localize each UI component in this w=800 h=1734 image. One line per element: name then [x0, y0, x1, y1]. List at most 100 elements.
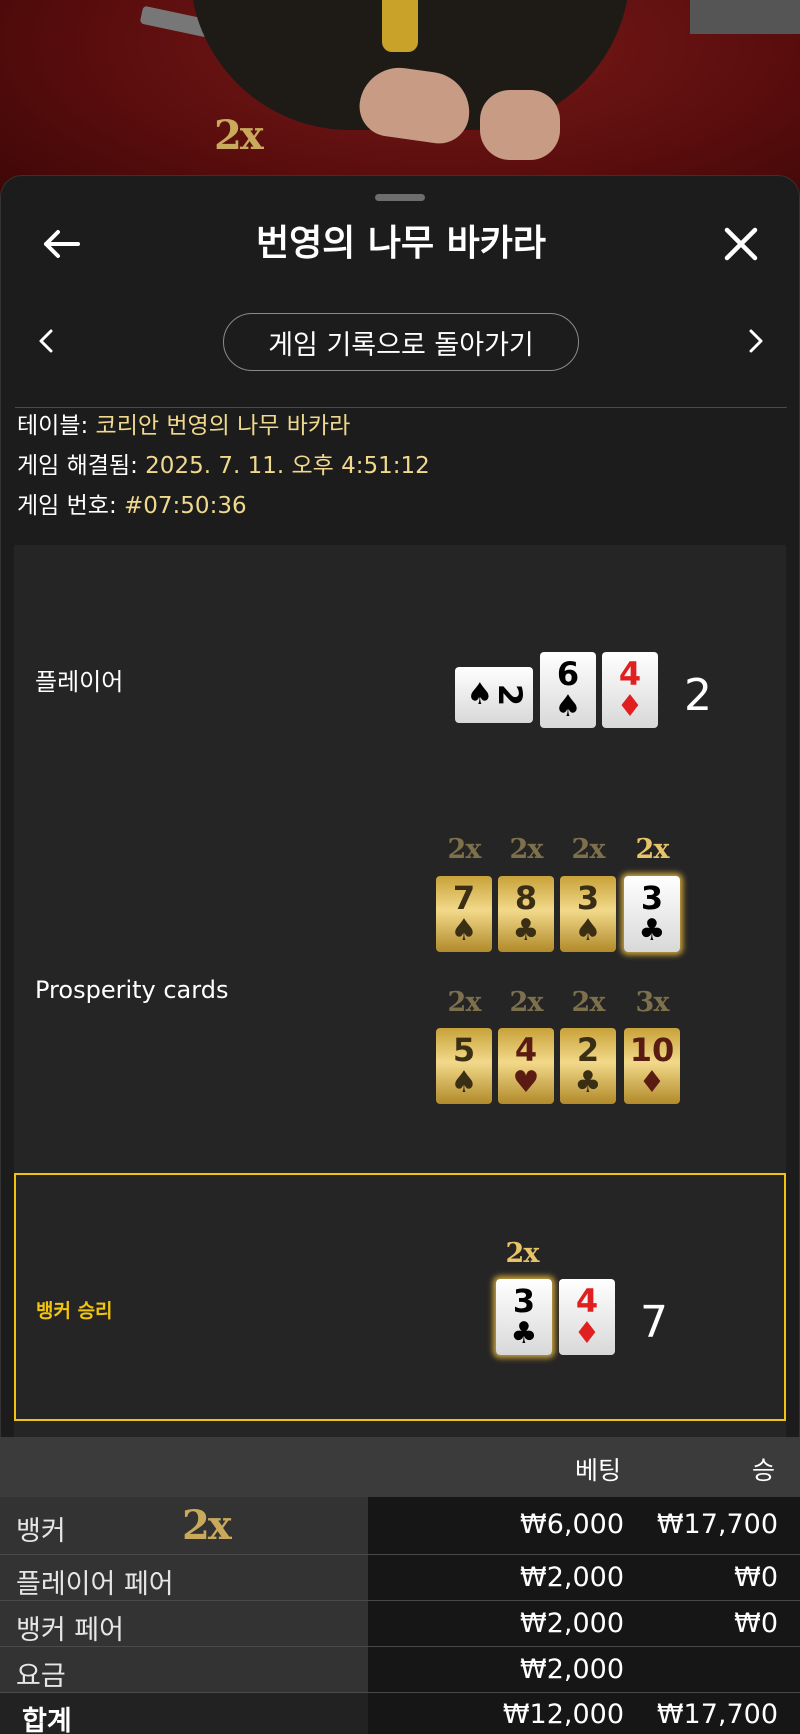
- card-rank: 10: [629, 1031, 675, 1069]
- win-amount: ₩0: [734, 1608, 778, 1639]
- total-win-amount: ₩17,700: [656, 1699, 778, 1730]
- card-multiplier: 3x: [635, 987, 670, 1018]
- card-rank: 3: [576, 879, 600, 917]
- prosperity-card: 10 ♦: [624, 1028, 680, 1104]
- card-multiplier: 2x: [505, 1238, 540, 1269]
- card-suit: ♥: [512, 1065, 540, 1100]
- back-arrow-button[interactable]: [39, 222, 83, 266]
- player-card-3: 4 ♦: [602, 652, 658, 728]
- card-suit: ♣: [574, 1065, 602, 1100]
- card-rank: 6: [556, 655, 580, 693]
- card-suit: ♠: [554, 689, 582, 724]
- player-score: 2: [684, 670, 712, 721]
- prosperity-card: 5 ♠: [436, 1028, 492, 1104]
- column-header-win: 승: [752, 1456, 776, 1485]
- bet-name: 요금: [16, 1661, 66, 1692]
- card-multiplier: 2x: [571, 834, 606, 865]
- card-suit: ♣: [638, 913, 666, 948]
- card-multiplier: 2x: [571, 987, 606, 1018]
- banker-win-label: 뱅커 승리: [36, 1300, 113, 1322]
- close-icon: [724, 227, 758, 261]
- card-rank: 4: [618, 655, 642, 693]
- player-card-1: ♠ 2: [455, 667, 533, 723]
- card-suit: ♦: [616, 689, 644, 724]
- prosperity-card: 2 ♣: [560, 1028, 616, 1104]
- back-to-history-button[interactable]: 게임 기록으로 돌아가기: [223, 313, 579, 371]
- prosperity-card: 4 ♥: [498, 1028, 554, 1104]
- resolved-info-label: 게임 해결됨:: [17, 453, 146, 479]
- resolved-info-value: 2025. 7. 11. 오후 4:51:12: [145, 453, 430, 479]
- column-header-bet: 베팅: [575, 1456, 622, 1485]
- card-suit: ♦: [638, 1065, 666, 1100]
- banker-card-1: 3 ♣: [496, 1279, 552, 1355]
- prosperity-card-highlighted: 3 ♣: [624, 876, 680, 952]
- card-suit: ♣: [512, 913, 540, 948]
- card-multiplier: 2x: [509, 987, 544, 1018]
- arrow-left-icon: [44, 230, 80, 258]
- card-multiplier: 2x: [509, 834, 544, 865]
- card-rank: 2: [491, 683, 530, 707]
- card-rank: 2: [576, 1031, 600, 1069]
- game-number-value: #07:50:36: [124, 493, 247, 519]
- card-multiplier: 2x: [447, 834, 482, 865]
- card-suit: ♣: [510, 1316, 538, 1351]
- bet-name: 뱅커 페어: [16, 1615, 124, 1646]
- bets-table-header: 베팅 승: [0, 1437, 800, 1497]
- chip-rack: [690, 0, 800, 34]
- card-multiplier: 2x: [635, 834, 670, 865]
- table-row: 뱅커 2x ₩6,000 ₩17,700: [0, 1497, 800, 1555]
- card-rank: 5: [452, 1031, 476, 1069]
- bet-name: 뱅커: [16, 1516, 66, 1547]
- previous-game-button[interactable]: [29, 324, 63, 358]
- prosperity-card: 3 ♠: [560, 876, 616, 952]
- table-row: 플레이어 페어 ₩2,000 ₩0: [0, 1555, 800, 1601]
- card-suit: ♦: [573, 1316, 601, 1351]
- card-suit: ♠: [450, 1065, 478, 1100]
- resolved-info: 게임 해결됨: 2025. 7. 11. 오후 4:51:12: [17, 451, 430, 481]
- table-info: 테이블: 코리안 번영의 나무 바카라: [17, 411, 350, 441]
- bet-name: 플레이어 페어: [16, 1569, 174, 1600]
- table-info-label: 테이블:: [17, 413, 96, 439]
- total-bet-amount: ₩12,000: [502, 1699, 624, 1730]
- page-title: 번영의 나무 바카라: [255, 223, 547, 264]
- bet-multiplier: 2x: [182, 1502, 232, 1549]
- card-suit: ♠: [574, 913, 602, 948]
- win-amount: ₩0: [734, 1562, 778, 1593]
- table-info-value: 코리안 번영의 나무 바카라: [95, 413, 351, 439]
- banker-card-2: 4 ♦: [559, 1279, 615, 1355]
- table-row: 뱅커 페어 ₩2,000 ₩0: [0, 1601, 800, 1647]
- sheet-drag-handle[interactable]: [375, 194, 425, 201]
- card-rank: 4: [514, 1031, 538, 1069]
- game-number-info: 게임 번호: #07:50:36: [17, 491, 247, 521]
- next-game-button[interactable]: [739, 324, 773, 358]
- total-row: 합계 ₩12,000 ₩17,700: [0, 1693, 800, 1734]
- bet-amount: ₩6,000: [520, 1509, 624, 1540]
- chevron-right-icon: [749, 329, 763, 353]
- prosperity-card: 8 ♣: [498, 876, 554, 952]
- banker-score: 7: [640, 1297, 668, 1348]
- card-suit: ♠: [466, 677, 494, 712]
- card-rank: 7: [452, 879, 476, 917]
- banker-win-highlight: [14, 1173, 786, 1421]
- card-rank: 3: [640, 879, 664, 917]
- player-card-2: 6 ♠: [540, 652, 596, 728]
- prosperity-row-label: Prosperity cards: [35, 976, 229, 1004]
- card-rank: 3: [512, 1282, 536, 1320]
- card-rank: 8: [514, 879, 538, 917]
- card-rank: 4: [575, 1282, 599, 1320]
- total-label: 합계: [22, 1706, 72, 1734]
- table-multiplier: 2x: [214, 112, 264, 159]
- win-amount: ₩17,700: [656, 1509, 778, 1540]
- game-number-label: 게임 번호:: [17, 493, 125, 519]
- bet-amount: ₩2,000: [520, 1562, 624, 1593]
- close-button[interactable]: [717, 220, 765, 268]
- bet-amount: ₩2,000: [520, 1608, 624, 1639]
- player-row-label: 플레이어: [35, 668, 124, 696]
- card-suit: ♠: [450, 913, 478, 948]
- chevron-left-icon: [39, 329, 53, 353]
- dealer-tie: [382, 0, 418, 52]
- dealer-hand: [480, 90, 560, 160]
- table-row: 요금 ₩2,000: [0, 1647, 800, 1693]
- bet-amount: ₩2,000: [520, 1654, 624, 1685]
- card-multiplier: 2x: [447, 987, 482, 1018]
